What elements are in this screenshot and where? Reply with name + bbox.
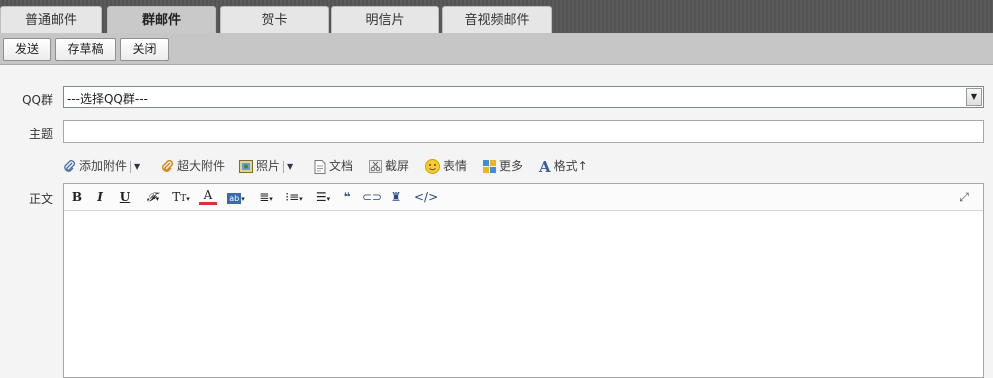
- screenshot-button[interactable]: 截屏: [369, 155, 409, 177]
- photo-icon: [239, 160, 253, 173]
- unordered-list-icon[interactable]: ☰▾: [312, 189, 334, 206]
- quote-icon[interactable]: ❝: [340, 189, 354, 206]
- chevron-down-icon[interactable]: ▼: [287, 156, 293, 178]
- font-icon[interactable]: 𝓕▾: [143, 189, 163, 206]
- scissors-icon: [369, 160, 382, 173]
- photo-label: 照片: [256, 159, 281, 173]
- divider: [283, 160, 285, 173]
- large-paperclip-icon: [162, 160, 174, 172]
- ordered-list-icon[interactable]: ⁝≡▾: [283, 189, 305, 206]
- tab-label: 群邮件: [141, 13, 181, 28]
- stamp-icon[interactable]: ♜: [389, 189, 403, 206]
- tab-normal-mail[interactable]: 普通邮件: [0, 6, 102, 33]
- tab-av-mail[interactable]: 音视频邮件: [442, 6, 552, 33]
- screenshot-label: 截屏: [385, 159, 410, 173]
- chevron-down-icon[interactable]: ▼: [134, 156, 140, 178]
- subject-input[interactable]: [63, 120, 984, 143]
- emoji-label: 表情: [443, 159, 468, 173]
- link-icon[interactable]: ⊂⊃: [362, 189, 382, 206]
- fullscreen-icon[interactable]: ⤢: [957, 189, 971, 206]
- format-a-icon: A: [539, 157, 551, 176]
- tab-group-mail[interactable]: 群邮件: [107, 6, 216, 33]
- group-select[interactable]: ---选择QQ群--- ▼: [63, 86, 984, 108]
- code-icon[interactable]: </>: [414, 189, 438, 206]
- document-button[interactable]: 文档: [314, 155, 353, 177]
- more-button[interactable]: 更多: [483, 155, 523, 177]
- tab-greeting-card[interactable]: 贺卡: [220, 6, 329, 33]
- tab-label: 贺卡: [261, 13, 288, 28]
- font-color-icon[interactable]: A: [199, 189, 217, 205]
- tab-bar: 普通邮件 群邮件 贺卡 明信片 音视频邮件: [0, 0, 993, 33]
- subject-label: 主题: [28, 127, 53, 141]
- dropdown-arrow-icon[interactable]: ▼: [966, 88, 982, 106]
- send-button[interactable]: 发送: [3, 38, 51, 61]
- underline-icon[interactable]: U: [118, 189, 132, 206]
- add-attachment-button[interactable]: 添加附件 ▼: [63, 155, 140, 177]
- paperclip-icon: [64, 160, 75, 172]
- save-draft-button[interactable]: 存草稿: [55, 38, 116, 61]
- align-icon[interactable]: ≣▾: [256, 189, 276, 206]
- document-icon: [314, 159, 326, 174]
- close-button[interactable]: 关闭: [120, 38, 169, 61]
- more-label: 更多: [499, 159, 524, 173]
- body-label: 正文: [28, 192, 53, 206]
- divider: [130, 160, 132, 173]
- action-toolbar: 发送 存草稿 关闭: [0, 33, 993, 65]
- tab-label: 普通邮件: [24, 13, 77, 28]
- tab-label: 明信片: [365, 13, 405, 28]
- font-size-icon[interactable]: TT▾: [170, 189, 192, 206]
- smiley-icon: [425, 159, 440, 174]
- grid-icon: [483, 160, 496, 173]
- tab-label: 音视频邮件: [464, 13, 530, 28]
- document-label: 文档: [329, 159, 354, 173]
- emoji-button[interactable]: 表情: [425, 155, 467, 177]
- add-attachment-label: 添加附件: [79, 159, 128, 173]
- format-label: 格式↑: [553, 159, 588, 173]
- italic-icon[interactable]: I: [93, 189, 107, 206]
- bold-icon[interactable]: B: [70, 189, 84, 206]
- group-label: QQ群: [22, 93, 53, 107]
- large-attachment-label: 超大附件: [177, 159, 226, 173]
- large-attachment-button[interactable]: 超大附件: [161, 155, 225, 177]
- tab-postcard[interactable]: 明信片: [331, 6, 439, 33]
- editor-toolbar: B I U 𝓕▾ TT▾ A ab ▾ ≣▾ ⁝≡▾ ☰▾ ❝ ⊂⊃ ♜ </> …: [64, 184, 983, 211]
- background-color-icon[interactable]: ab ▾: [226, 189, 246, 206]
- body-editor[interactable]: B I U 𝓕▾ TT▾ A ab ▾ ≣▾ ⁝≡▾ ☰▾ ❝ ⊂⊃ ♜ </> …: [63, 183, 984, 378]
- group-select-value: ---选择QQ群---: [67, 92, 148, 106]
- format-button[interactable]: A 格式↑: [539, 155, 588, 177]
- photo-button[interactable]: 照片 ▼: [239, 155, 293, 177]
